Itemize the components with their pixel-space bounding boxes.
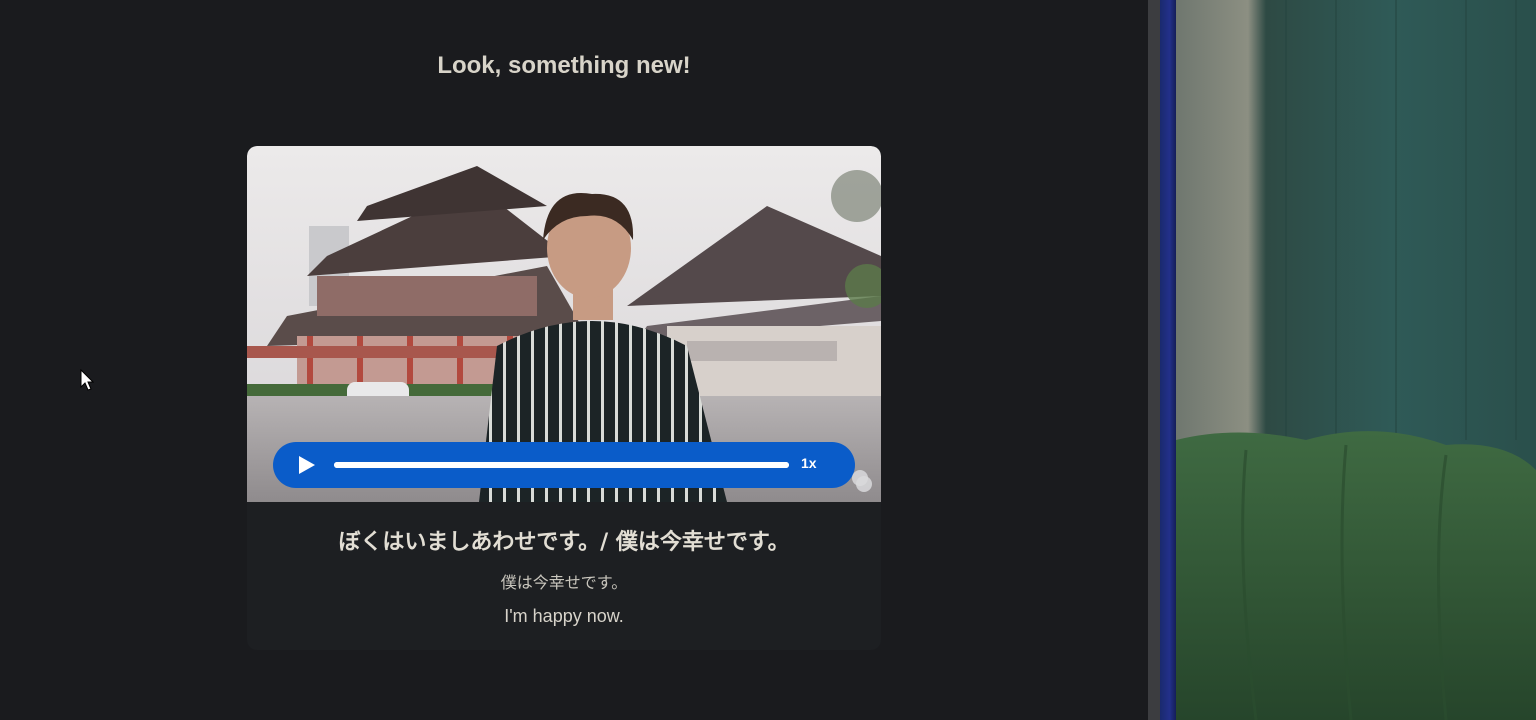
webcam-image: [1176, 0, 1536, 720]
lesson-heading: Look, something new!: [437, 52, 691, 79]
cursor-icon: [80, 369, 94, 391]
play-icon[interactable]: [293, 452, 319, 478]
progress-track[interactable]: [334, 462, 789, 468]
window-divider: [1148, 0, 1160, 720]
kanji-text: 僕は今幸せです。: [500, 573, 628, 592]
chat-bubble-icon: [852, 470, 872, 492]
phrase-text: ぼくはいましあわせです。/ 僕は今幸せです。: [338, 530, 790, 555]
progress-fill: [334, 462, 789, 468]
audio-player: 1x: [273, 442, 855, 488]
lesson-pane: Look, something new! 1x ぼくはいましあわせです。/ 僕は…: [0, 0, 1148, 720]
window-border: [1160, 0, 1176, 720]
video-frame[interactable]: 1x: [247, 146, 881, 502]
playback-speed-button[interactable]: 1x: [801, 455, 817, 471]
translation-text: I'm happy now.: [504, 606, 624, 626]
webcam-view: [1176, 0, 1536, 720]
lesson-card: 1x ぼくはいましあわせです。/ 僕は今幸せです。 僕は今幸せです。 I'm h…: [247, 146, 881, 650]
